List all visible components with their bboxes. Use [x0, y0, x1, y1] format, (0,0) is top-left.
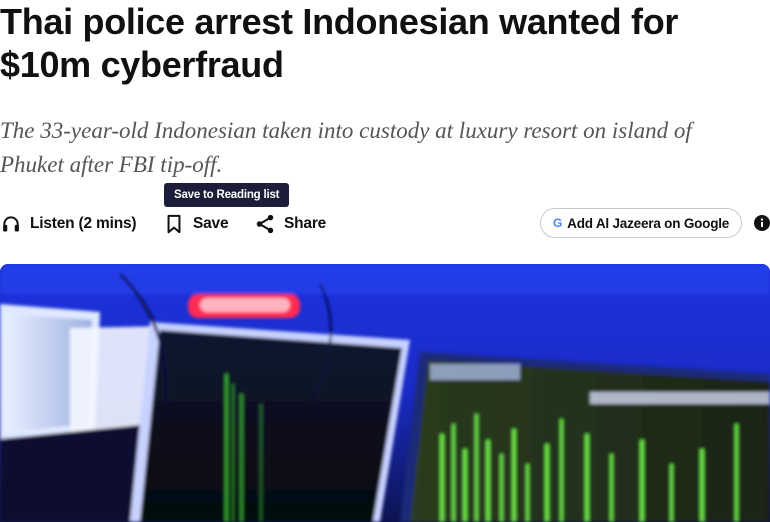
- google-button-label: Add Al Jazeera on Google: [567, 215, 730, 231]
- article-subheadline: The 33-year-old Indonesian taken into cu…: [0, 118, 692, 177]
- save-label: Save: [193, 215, 229, 232]
- article-headline: Thai police arrest Indonesian wanted for…: [0, 1, 679, 85]
- save-tooltip: Save to Reading list: [164, 183, 290, 207]
- headphones-icon: [0, 213, 22, 235]
- save-button[interactable]: Save: [163, 211, 229, 237]
- info-icon[interactable]: [754, 215, 770, 231]
- google-g-icon: G: [553, 216, 563, 230]
- listen-button[interactable]: Listen (2 mins): [0, 211, 137, 237]
- add-al-jazeera-on-google-button[interactable]: G Add Al Jazeera on Google: [540, 208, 743, 238]
- listen-label: Listen (2 mins): [30, 215, 137, 232]
- bookmark-icon: [163, 213, 185, 235]
- share-button[interactable]: Share: [254, 211, 326, 237]
- share-icon: [254, 213, 276, 235]
- hero-image: [0, 264, 770, 522]
- share-label: Share: [284, 215, 327, 232]
